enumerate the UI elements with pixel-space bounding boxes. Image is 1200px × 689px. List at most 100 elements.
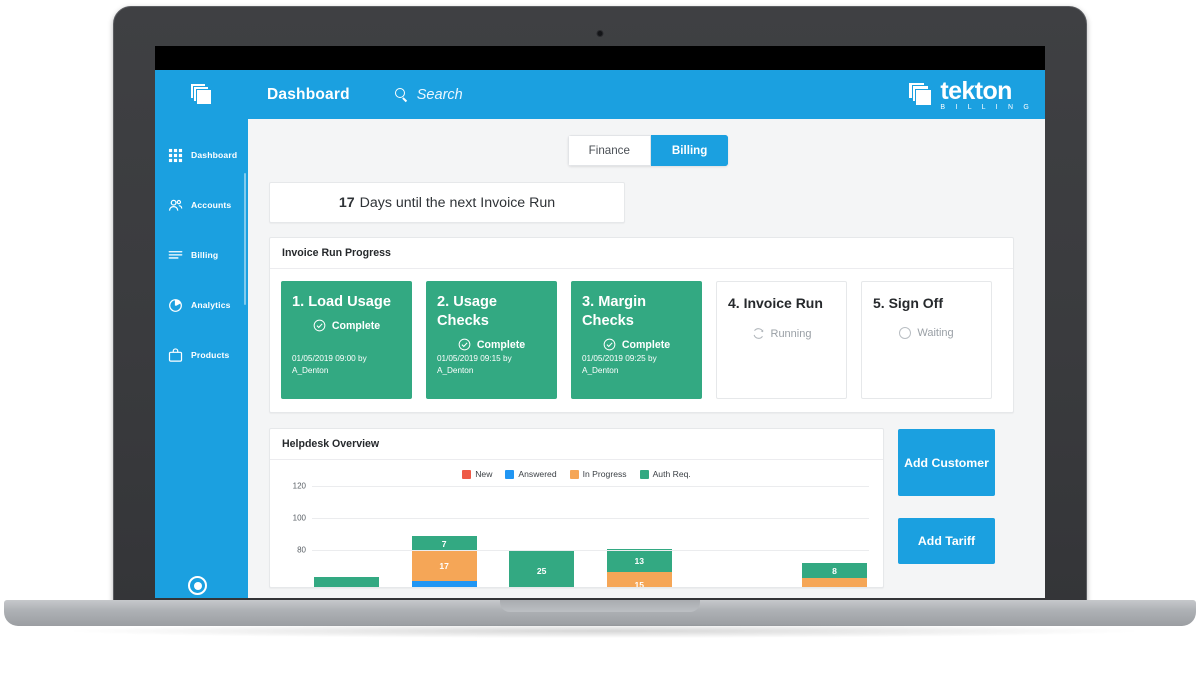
step-load-usage[interactable]: 1. Load Usage Complete 01/05/2019 09:00 … <box>281 281 412 399</box>
y-axis-tick-label: 120 <box>292 481 306 491</box>
sidebar-item-dashboard[interactable]: Dashboard <box>155 141 248 169</box>
chart-bar[interactable]: 21 <box>314 577 379 587</box>
chart-bars: 21 717 25 13158 814 <box>314 486 867 587</box>
step-usage-checks[interactable]: 2. Usage Checks Complete 01/05/2019 09:1… <box>426 281 557 399</box>
bag-icon <box>168 347 183 362</box>
sidebar: Dashboard Accounts Billing Analytics Pro… <box>155 119 248 598</box>
laptop-base-notch <box>500 600 700 612</box>
lines-icon <box>168 250 183 259</box>
laptop-shadow <box>74 624 1134 638</box>
chart-bar-segment <box>411 581 477 587</box>
legend-item[interactable]: New <box>462 469 492 479</box>
step-status-label: Complete <box>476 338 526 351</box>
legend-item[interactable]: Answered <box>505 469 557 479</box>
legend-label: New <box>475 469 493 479</box>
action-buttons: Add Customer Add Tariff <box>898 428 995 588</box>
step-meta: 01/05/2019 09:15 by A_Denton <box>437 354 512 375</box>
chart-bar-segment: 13 <box>606 549 672 572</box>
step-status: Complete <box>292 319 401 332</box>
pie-chart-icon <box>169 298 182 312</box>
sidebar-scrollbar[interactable] <box>243 173 246 305</box>
y-axis-tick-label: 80 <box>297 545 306 555</box>
step-meta: 01/05/2019 09:00 by A_Denton <box>292 354 367 375</box>
step-meta: 01/05/2019 09:25 by A_Denton <box>582 354 657 375</box>
laptop-screen: Dashboard Search tekton B I L L I N G Da… <box>155 46 1045 598</box>
sidebar-item-billing[interactable]: Billing <box>155 241 248 269</box>
step-title: 2. Usage Checks <box>437 294 498 329</box>
step-title: 5. Sign Off <box>873 295 943 311</box>
chart-bar-segment: 25 <box>509 550 575 587</box>
laptop-base-top <box>4 600 1196 626</box>
people-icon <box>168 199 183 211</box>
step-invoice-run[interactable]: 4. Invoice Run Running <box>716 281 847 399</box>
chart-bar[interactable]: 814 <box>801 563 867 587</box>
chart-bar[interactable]: 13158 <box>606 549 672 587</box>
spinner-icon <box>753 328 763 339</box>
sidebar-item-analytics[interactable]: Analytics <box>155 291 248 319</box>
logo-subtitle: B I L L I N G <box>940 103 1033 111</box>
laptop-base <box>4 600 1196 662</box>
legend-label: In Progress <box>582 469 627 479</box>
chart-bar[interactable]: 25 <box>509 550 575 587</box>
grid-icon <box>168 148 183 162</box>
page-title: Dashboard <box>267 85 350 103</box>
logo-mark-icon <box>908 81 933 108</box>
app-menu-button[interactable] <box>155 83 248 106</box>
chart-legend: New Answered In Progress Auth Req. <box>280 469 873 479</box>
legend-item[interactable]: In Progress <box>569 469 627 479</box>
chart-bar[interactable]: 7 17 <box>411 536 477 587</box>
legend-swatch-icon <box>639 469 649 479</box>
gridline <box>312 550 869 551</box>
step-status: Complete <box>582 338 691 351</box>
check-circle-icon <box>603 338 616 351</box>
logo-name: tekton <box>940 76 1012 105</box>
sidebar-collapse-button[interactable] <box>188 576 207 595</box>
check-circle-icon <box>458 338 471 351</box>
helpdesk-overview-title: Helpdesk Overview <box>270 429 883 460</box>
tab-finance[interactable]: Finance <box>567 135 651 166</box>
step-margin-checks[interactable]: 3. Margin Checks Complete 01/05/2019 09:… <box>571 281 702 399</box>
search-input[interactable]: Search <box>394 86 463 103</box>
empty-circle-icon <box>899 327 912 339</box>
step-status: Complete <box>437 338 546 351</box>
legend-swatch-icon <box>569 469 579 479</box>
step-title: 4. Invoice Run <box>728 295 823 311</box>
stacked-squares-icon <box>190 83 213 106</box>
invoice-run-progress-title: Invoice Run Progress <box>270 238 1013 269</box>
step-status-label: Waiting <box>917 327 954 339</box>
sidebar-item-label: Analytics <box>191 300 231 310</box>
invoice-countdown-banner: 17 Days until the next Invoice Run <box>269 182 625 223</box>
legend-swatch-icon <box>462 469 472 479</box>
search-placeholder: Search <box>416 86 463 103</box>
legend-item[interactable]: Auth Req. <box>639 469 691 479</box>
step-status: Waiting <box>873 327 980 339</box>
chart-bar-segment: 8 <box>801 563 867 578</box>
step-status-label: Complete <box>331 319 381 332</box>
chart-bar-segment: 17 <box>411 551 477 581</box>
gridline <box>312 486 869 487</box>
step-sign-off[interactable]: 5. Sign Off Waiting <box>861 281 992 399</box>
legend-swatch-icon <box>505 469 515 479</box>
screenshot-stage: Dashboard Search tekton B I L L I N G Da… <box>0 0 1200 689</box>
step-title: 1. Load Usage <box>292 294 391 310</box>
step-status: Running <box>728 327 835 340</box>
step-status-label: Complete <box>621 338 671 351</box>
add-tariff-button[interactable]: Add Tariff <box>898 518 995 564</box>
y-axis-tick-label: 100 <box>292 513 306 523</box>
tab-billing[interactable]: Billing <box>650 135 729 166</box>
chart-bar-segment: 21 <box>314 577 379 587</box>
tab-bar: Finance Billing <box>269 135 1027 166</box>
gridline <box>312 518 869 519</box>
sidebar-item-products[interactable]: Products <box>155 341 248 369</box>
invoice-run-progress-card: Invoice Run Progress 1. Load Usage Compl… <box>269 237 1014 413</box>
add-customer-button[interactable]: Add Customer <box>898 429 995 496</box>
chart-bar-segment: 7 <box>411 536 477 551</box>
legend-label: Auth Req. <box>652 469 691 479</box>
lower-section: Helpdesk Overview New Answered In Progress… <box>269 428 1027 588</box>
step-title: 3. Margin Checks <box>582 294 647 329</box>
sidebar-item-label: Dashboard <box>191 150 238 160</box>
sidebar-item-accounts[interactable]: Accounts <box>155 191 248 219</box>
chart-bar-segment: 14 <box>801 578 867 587</box>
search-icon <box>394 88 408 101</box>
invoice-days-text: Days until the next Invoice Run <box>359 194 556 211</box>
